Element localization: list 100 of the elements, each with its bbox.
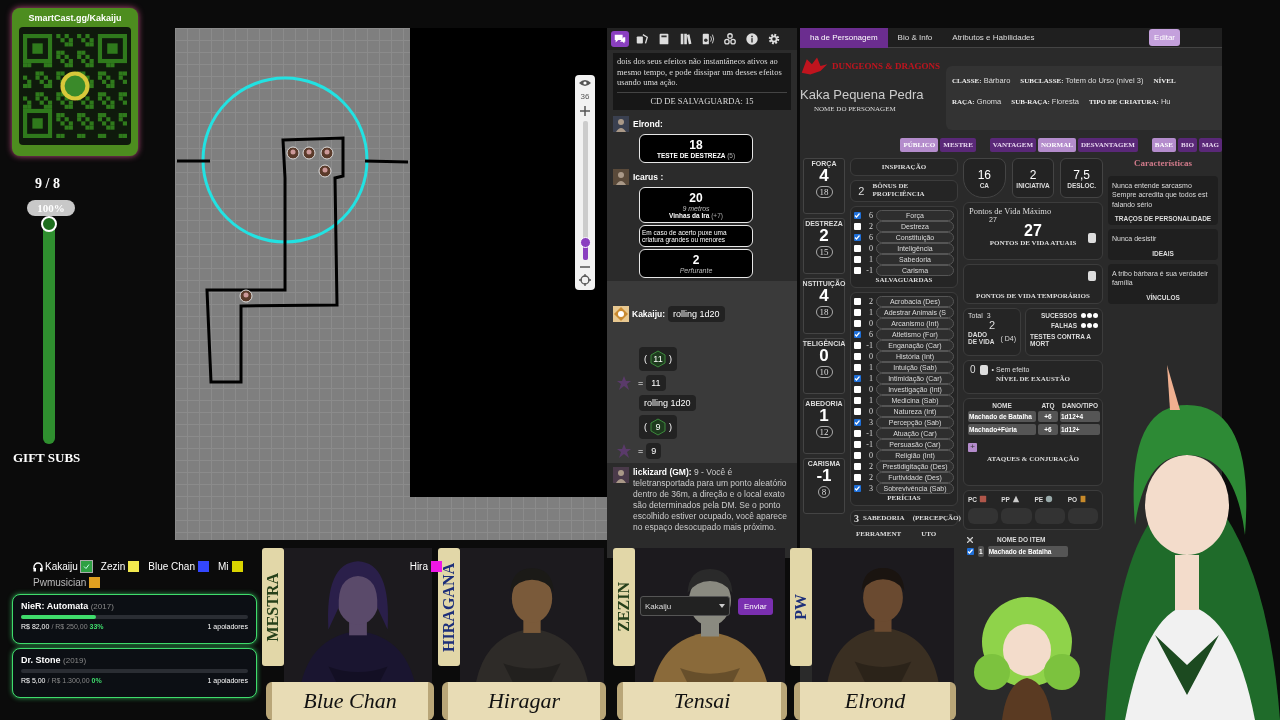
checkbox[interactable]: [854, 452, 861, 459]
eye-icon[interactable]: [579, 79, 591, 87]
name-scroll: Elrond: [794, 682, 956, 720]
save-bonus: 6: [868, 233, 873, 242]
checkbox[interactable]: [854, 331, 861, 338]
checkbox[interactable]: [854, 223, 861, 230]
roll-command: rolling 1d20: [639, 394, 696, 411]
ability-modifier: 0: [819, 347, 829, 366]
sheet-tab[interactable]: Atributos e Habilidades: [942, 28, 1045, 48]
map-token[interactable]: [239, 289, 253, 303]
coin-icon: [1045, 495, 1054, 504]
slider-thumb[interactable]: [579, 237, 591, 249]
checkbox[interactable]: [854, 320, 861, 327]
equals-sign: =: [638, 377, 644, 388]
sidebar-tab[interactable]: [611, 31, 629, 47]
death-save-circle[interactable]: [1093, 323, 1098, 328]
ability-modifier: 2: [819, 227, 829, 246]
name-banner: ZEZIN: [613, 548, 635, 666]
map-token[interactable]: [318, 164, 332, 178]
map-canvas[interactable]: [175, 28, 607, 540]
checkbox[interactable]: [854, 212, 861, 219]
skill-bonus: 0: [868, 352, 873, 361]
ability-score[interactable]: 8: [817, 485, 831, 498]
checkbox[interactable]: [854, 256, 861, 263]
gift-subs-label: GIFT SUBS: [13, 450, 81, 466]
zoom-slider[interactable]: [582, 121, 588, 260]
logo-text: DUNGEONS & DRAGONS: [832, 61, 940, 71]
skill-bonus: 2: [868, 297, 873, 306]
skill-bonus: 1: [868, 363, 873, 372]
death-save-circle[interactable]: [1081, 323, 1086, 328]
progress-knob: [41, 216, 57, 232]
checkbox[interactable]: [854, 474, 861, 481]
sheet-tab[interactable]: ha de Personagem: [800, 28, 888, 48]
ability-modifier: -1: [816, 467, 832, 486]
save-bonus: 6: [868, 211, 873, 220]
zoom-out-icon[interactable]: [580, 265, 590, 269]
skill-bonus: 3: [868, 484, 873, 493]
damage-total[interactable]: 2: [642, 252, 750, 267]
checkbox[interactable]: [854, 441, 861, 448]
hit-dice-value[interactable]: 2: [988, 319, 996, 331]
checkbox[interactable]: [854, 364, 861, 371]
ability-score[interactable]: 12: [815, 425, 833, 438]
roll-result: 9: [646, 442, 662, 459]
save-dc: CD DE SALVAGUARDA: 15: [617, 91, 787, 107]
skill-bonus: 2: [868, 462, 873, 471]
ability-modifier: 1: [819, 407, 829, 426]
checkbox[interactable]: [854, 234, 861, 241]
map-token[interactable]: [286, 146, 300, 160]
checkbox[interactable]: [854, 245, 861, 252]
close-icon[interactable]: [967, 536, 973, 543]
user-avatar: [613, 115, 629, 132]
exhaustion-value[interactable]: 0: [970, 364, 976, 375]
ability-score[interactable]: 15: [815, 245, 833, 258]
death-save-circle[interactable]: [1093, 313, 1098, 318]
checkbox[interactable]: [854, 375, 861, 382]
sidebar-tab[interactable]: [743, 31, 761, 47]
skill-bonus: 1: [868, 308, 873, 317]
roll-total[interactable]: 18: [642, 137, 750, 152]
map-token[interactable]: [320, 146, 334, 160]
speaker-select[interactable]: Kakaiju: [640, 596, 730, 616]
death-save-circle[interactable]: [1081, 313, 1086, 318]
checkbox[interactable]: [967, 548, 974, 555]
crosshair-icon[interactable]: [579, 274, 591, 286]
checkbox[interactable]: [854, 408, 861, 415]
ability-score[interactable]: 10: [815, 365, 833, 378]
d20-icon: [649, 349, 667, 368]
zoom-in-icon[interactable]: [580, 106, 590, 116]
paren: ): [669, 353, 672, 364]
roll-total[interactable]: 20: [642, 190, 750, 205]
checkbox[interactable]: [854, 463, 861, 470]
sidebar-tab[interactable]: [721, 31, 739, 47]
coin-icon: [1011, 495, 1020, 504]
map-token[interactable]: [302, 146, 316, 160]
ability-score[interactable]: 18: [815, 305, 833, 318]
checkbox[interactable]: [854, 419, 861, 426]
checkbox[interactable]: [854, 386, 861, 393]
save-bonus: 0: [868, 244, 873, 253]
current-hp[interactable]: 27: [969, 223, 1097, 239]
circles-icon: [723, 32, 737, 46]
sheet-tab[interactable]: Bio & Info: [887, 28, 943, 48]
death-save-circle[interactable]: [1087, 323, 1092, 328]
ability-score[interactable]: 18: [815, 185, 833, 198]
spinner-control[interactable]: [979, 364, 988, 375]
checkbox[interactable]: [854, 485, 861, 492]
skill-bonus: 0: [868, 319, 873, 328]
checkbox[interactable]: [854, 353, 861, 360]
spell-text: dois dos seus efeitos não instantâneos ativos ao mesmo tempo, e pode dissipar um desses efeitos usando uma ação.: [617, 56, 783, 88]
roll-result: 11: [646, 374, 666, 391]
add-button[interactable]: +: [968, 442, 977, 452]
checkbox[interactable]: [854, 397, 861, 404]
checkbox[interactable]: [854, 267, 861, 274]
zoom-value: 36: [580, 92, 590, 101]
checkbox[interactable]: [854, 342, 861, 349]
stat-value: 16: [977, 167, 991, 182]
checkbox[interactable]: [854, 309, 861, 316]
save-bonus: 2: [868, 222, 873, 231]
death-save-circle[interactable]: [1087, 313, 1092, 318]
checkbox[interactable]: [854, 298, 861, 305]
user-avatar: [613, 466, 629, 483]
checkbox[interactable]: [854, 430, 861, 437]
